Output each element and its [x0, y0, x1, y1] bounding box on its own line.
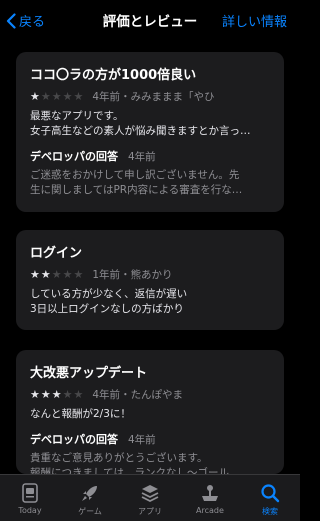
star-icon: ★: [40, 388, 51, 401]
review-date: 4年前: [92, 389, 121, 401]
review-meta: ★ ★ ★ ★ ★ 4年前 ・ たんぽやま: [30, 387, 270, 402]
star-icon: ★: [73, 90, 84, 103]
star-rating: ★ ★ ★ ★ ★: [30, 269, 84, 280]
star-icon: ★: [62, 268, 73, 281]
review-body-line: している方が少なく、返信が遅い: [30, 288, 188, 300]
review-author: 熊あかり: [130, 269, 173, 281]
review-author: たんぽやま: [130, 389, 184, 401]
more-info-link[interactable]: 詳しい情報: [222, 11, 287, 30]
review-card[interactable]: ログイン ★ ★ ★ ★ ★ 1年前 ・ 熊あかり している方が少なく、返信が遅…: [16, 230, 284, 330]
tab-label: Today: [18, 506, 42, 515]
tab-label: Arcade: [196, 506, 224, 515]
star-icon: ★: [40, 90, 51, 103]
star-icon: ★: [30, 268, 40, 281]
developer-response-header: デベロッパの回答 4年前: [30, 431, 270, 447]
tab-search[interactable]: 検索: [240, 475, 300, 521]
review-meta: ★ ★ ★ ★ ★ 4年前 ・ みみままま「やひ: [30, 89, 270, 104]
today-icon: [21, 482, 39, 504]
navigation-bar: 戻る 評価とレビュー 詳しい情報: [0, 0, 300, 40]
back-button[interactable]: 戻る: [6, 11, 45, 30]
apps-stack-icon: [140, 482, 160, 504]
review-title: ログイン: [30, 246, 83, 261]
review-meta: ★ ★ ★ ★ ★ 1年前 ・ 熊あかり: [30, 267, 270, 282]
tab-games[interactable]: ゲーム: [60, 475, 120, 521]
search-icon: [260, 482, 280, 504]
tab-arcade[interactable]: Arcade: [180, 475, 240, 521]
review-card[interactable]: ココ〇ラの方が1000倍良い ★ ★ ★ ★ ★ 4年前 ・ みみままま「やひ …: [16, 52, 284, 212]
arcade-joystick-icon: [200, 482, 220, 504]
tab-apps[interactable]: アプリ: [120, 475, 180, 521]
review-date: 4年前: [92, 91, 121, 103]
star-icon: ★: [62, 388, 73, 401]
review-body-line: なんと報酬が2/3に！: [30, 408, 131, 420]
star-icon: ★: [51, 90, 62, 103]
star-icon: ★: [51, 388, 62, 401]
review-body-line: 3日以上ログインなしの方ばかり: [30, 303, 184, 315]
review-card[interactable]: 大改悪アップデート ★ ★ ★ ★ ★ 4年前 ・ たんぽやま なんと報酬が2/…: [16, 350, 284, 474]
developer-response-line: 報酬につきましては、ランクなし〜ゴール…: [30, 467, 240, 474]
star-rating: ★ ★ ★ ★ ★: [30, 91, 84, 102]
meta-separator: ・: [120, 389, 131, 401]
tab-label: アプリ: [138, 507, 162, 516]
tab-label: 検索: [262, 507, 278, 516]
star-icon: ★: [73, 388, 84, 401]
page-title: 評価とレビュー: [102, 14, 198, 30]
developer-response-date: 4年前: [128, 434, 156, 446]
back-label: 戻る: [19, 15, 46, 30]
star-icon: ★: [40, 268, 51, 281]
review-title: 大改悪アップデート: [30, 366, 148, 381]
review-body-line: 女子高生などの素人が悩み聞きますとか言っ…: [30, 125, 251, 137]
developer-response-line: 生に関しましてはPR内容による審査を行な…: [30, 184, 243, 196]
chevron-left-icon: [6, 12, 16, 29]
tab-bar: Today ゲーム アプリ Arcade 検索: [0, 474, 300, 521]
star-rating: ★ ★ ★ ★ ★: [30, 389, 84, 400]
review-body-line: 最悪なアプリです。: [30, 110, 124, 122]
developer-response-label: デベロッパの回答: [30, 433, 118, 446]
star-icon: ★: [73, 268, 84, 281]
star-icon: ★: [62, 90, 73, 103]
star-icon: ★: [30, 388, 40, 401]
meta-separator: ・: [120, 269, 131, 281]
review-date: 1年前: [92, 269, 121, 281]
tab-today[interactable]: Today: [0, 475, 60, 521]
meta-separator: ・: [120, 91, 131, 103]
developer-response-line: ご迷惑をおかけして申し訳ございません。先: [30, 169, 240, 181]
developer-response-date: 4年前: [128, 151, 156, 163]
star-icon: ★: [30, 90, 40, 103]
developer-response-header: デベロッパの回答 4年前: [30, 148, 270, 164]
review-title: ココ〇ラの方が1000倍良い: [30, 68, 197, 83]
star-icon: ★: [51, 268, 62, 281]
tab-label: ゲーム: [78, 507, 102, 516]
developer-response-line: 貴重なご意見ありがとうございます。: [30, 452, 208, 464]
rocket-icon: [80, 482, 100, 504]
developer-response-label: デベロッパの回答: [30, 150, 118, 163]
review-author: みみままま「やひ: [130, 91, 215, 103]
